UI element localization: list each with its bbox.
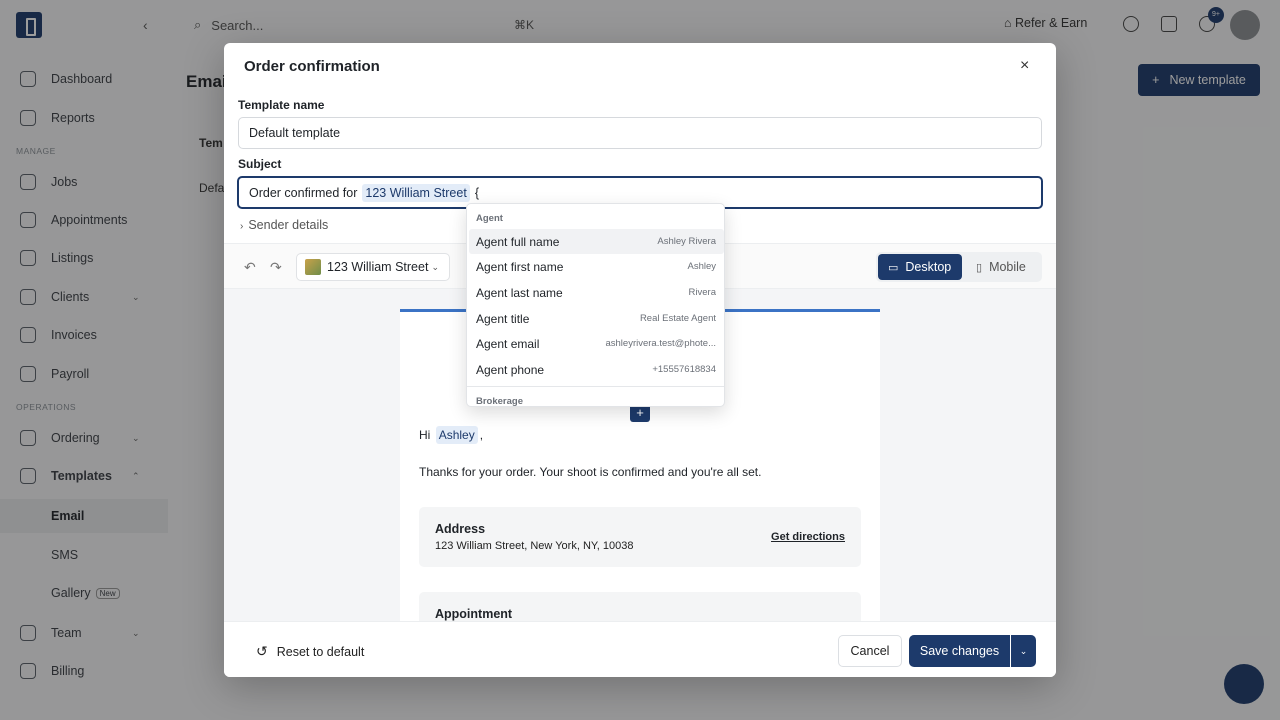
variable-dropdown: Agent Agent full name Ashley Rivera Agent… — [466, 203, 725, 407]
phone-icon: ▯ — [976, 261, 983, 274]
subject-prefix: Order confirmed for — [249, 185, 358, 200]
email-body-text[interactable]: Thanks for your order. Your shoot is con… — [419, 465, 761, 479]
dropdown-item-agent-last-name[interactable]: Agent last name Rivera — [469, 280, 724, 305]
greeting-variable-chip[interactable]: Ashley — [435, 426, 478, 444]
listing-thumbnail — [305, 259, 321, 275]
close-icon[interactable]: × — [1020, 57, 1029, 75]
subject-typed-text: { — [474, 185, 479, 200]
cancel-button[interactable]: Cancel — [838, 635, 902, 667]
address-value: 123 William Street, New York, NY, 10038 — [435, 540, 634, 552]
undo-icon[interactable]: ↶ — [244, 259, 256, 276]
save-options-chevron-icon[interactable]: ⌄ — [1011, 635, 1036, 667]
dropdown-section-brokerage: Brokerage — [476, 396, 523, 407]
subject-label: Subject — [238, 157, 282, 171]
view-toggle: ▭ Desktop ▯ Mobile — [876, 252, 1042, 282]
modal-title: Order confirmation — [244, 58, 380, 75]
appointment-title: Appointment — [435, 607, 513, 621]
address-title: Address — [435, 522, 486, 536]
dropdown-item-agent-first-name[interactable]: Agent first name Ashley — [469, 254, 724, 279]
dropdown-item-agent-phone[interactable]: Agent phone +15557618834 — [469, 357, 724, 382]
appointment-card: Appointment — [419, 592, 861, 621]
email-greeting[interactable]: Hi Ashley, — [419, 426, 483, 444]
listing-select[interactable]: 123 William Street ⌄ — [296, 253, 450, 281]
dropdown-section-agent: Agent — [476, 213, 503, 224]
redo-icon[interactable]: ↷ — [270, 259, 282, 276]
subject-variable-chip[interactable]: 123 William Street — [362, 183, 470, 202]
save-changes-button[interactable]: Save changes — [909, 635, 1010, 667]
mobile-view-button[interactable]: ▯ Mobile — [976, 254, 1026, 280]
desktop-view-button[interactable]: ▭ Desktop — [878, 254, 962, 280]
chevron-right-icon: › — [240, 221, 244, 232]
template-name-label: Template name — [238, 98, 325, 112]
dropdown-divider — [467, 386, 724, 387]
dropdown-item-agent-full-name[interactable]: Agent full name Ashley Rivera — [469, 229, 724, 254]
reset-icon: ↺ — [256, 643, 268, 659]
dropdown-item-agent-email[interactable]: Agent email ashleyrivera.test@phote... — [469, 331, 724, 356]
template-name-input[interactable] — [238, 117, 1042, 149]
reset-to-default-button[interactable]: ↺ Reset to default — [256, 643, 364, 660]
monitor-icon: ▭ — [888, 261, 899, 274]
dropdown-item-agent-title[interactable]: Agent title Real Estate Agent — [469, 306, 724, 331]
sender-details-toggle[interactable]: › Sender details — [240, 218, 328, 232]
get-directions-link[interactable]: Get directions — [771, 531, 845, 543]
chevron-down-icon: ⌄ — [431, 261, 439, 272]
address-card: Address 123 William Street, New York, NY… — [419, 507, 861, 567]
modal-footer: ↺ Reset to default Cancel Save changes ⌄ — [224, 621, 1056, 677]
